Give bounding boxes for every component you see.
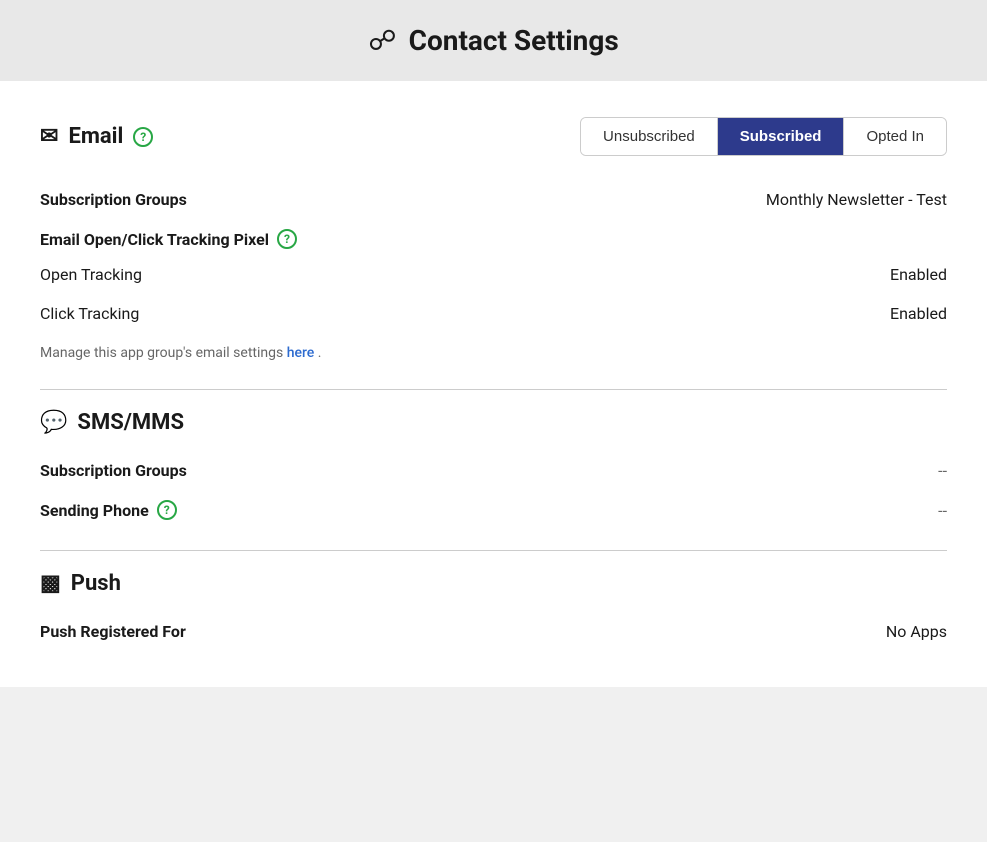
sms-section: 💬 SMS/MMS Subscription Groups -- Sending… — [40, 410, 947, 530]
subscribed-button[interactable]: Subscribed — [718, 118, 845, 155]
email-section-title: Email — [68, 124, 123, 149]
sending-phone-label: Sending Phone ? — [40, 500, 177, 520]
tracking-subsection-header: Email Open/Click Tracking Pixel ? — [40, 219, 947, 255]
opted-in-button[interactable]: Opted In — [844, 118, 946, 155]
push-registered-label: Push Registered For — [40, 622, 186, 641]
sending-phone-row: Sending Phone ? -- — [40, 490, 947, 530]
push-section-title: Push — [71, 571, 121, 596]
open-tracking-label: Open Tracking — [40, 265, 142, 284]
sending-phone-value: -- — [938, 501, 947, 520]
sms-icon: 💬 — [40, 410, 67, 435]
manage-settings-link[interactable]: here — [287, 345, 315, 361]
push-title-group: ▩ Push — [40, 571, 947, 596]
push-registered-value: No Apps — [886, 622, 947, 641]
page-header: ☍ Contact Settings — [0, 0, 987, 81]
sms-subscription-groups-label: Subscription Groups — [40, 461, 187, 480]
sms-push-divider — [40, 550, 947, 551]
email-title-group: ✉ Email ? — [40, 124, 153, 149]
manage-settings-text: Manage this app group's email settings h… — [40, 333, 947, 369]
email-section: ✉ Email ? Unsubscribed Subscribed Opted … — [40, 117, 947, 369]
tracking-help-icon[interactable]: ? — [277, 229, 297, 249]
push-registered-row: Push Registered For No Apps — [40, 612, 947, 651]
subscription-groups-label: Subscription Groups — [40, 190, 187, 209]
email-sms-divider — [40, 389, 947, 390]
subscription-groups-row: Subscription Groups Monthly Newsletter -… — [40, 180, 947, 219]
email-section-header: ✉ Email ? Unsubscribed Subscribed Opted … — [40, 117, 947, 156]
sms-subscription-groups-value: -- — [938, 461, 947, 480]
push-section: ▩ Push Push Registered For No Apps — [40, 571, 947, 651]
open-tracking-row: Open Tracking Enabled — [40, 255, 947, 294]
subscription-groups-value: Monthly Newsletter - Test — [766, 190, 947, 209]
click-tracking-value: Enabled — [890, 304, 947, 323]
email-help-icon[interactable]: ? — [133, 127, 153, 147]
sms-section-title: SMS/MMS — [77, 410, 184, 435]
push-icon: ▩ — [40, 571, 61, 596]
click-tracking-row: Click Tracking Enabled — [40, 294, 947, 333]
page-title: Contact Settings — [409, 24, 619, 57]
sms-subscription-groups-row: Subscription Groups -- — [40, 451, 947, 490]
email-icon: ✉ — [40, 124, 58, 149]
unsubscribed-button[interactable]: Unsubscribed — [581, 118, 718, 155]
email-subscription-toggle: Unsubscribed Subscribed Opted In — [580, 117, 947, 156]
tracking-title: Email Open/Click Tracking Pixel — [40, 230, 269, 249]
open-tracking-value: Enabled — [890, 265, 947, 284]
click-tracking-label: Click Tracking — [40, 304, 139, 323]
header-icon: ☍ — [368, 24, 396, 57]
sending-phone-help-icon[interactable]: ? — [157, 500, 177, 520]
sms-title-group: 💬 SMS/MMS — [40, 410, 947, 435]
main-content: ✉ Email ? Unsubscribed Subscribed Opted … — [0, 81, 987, 687]
